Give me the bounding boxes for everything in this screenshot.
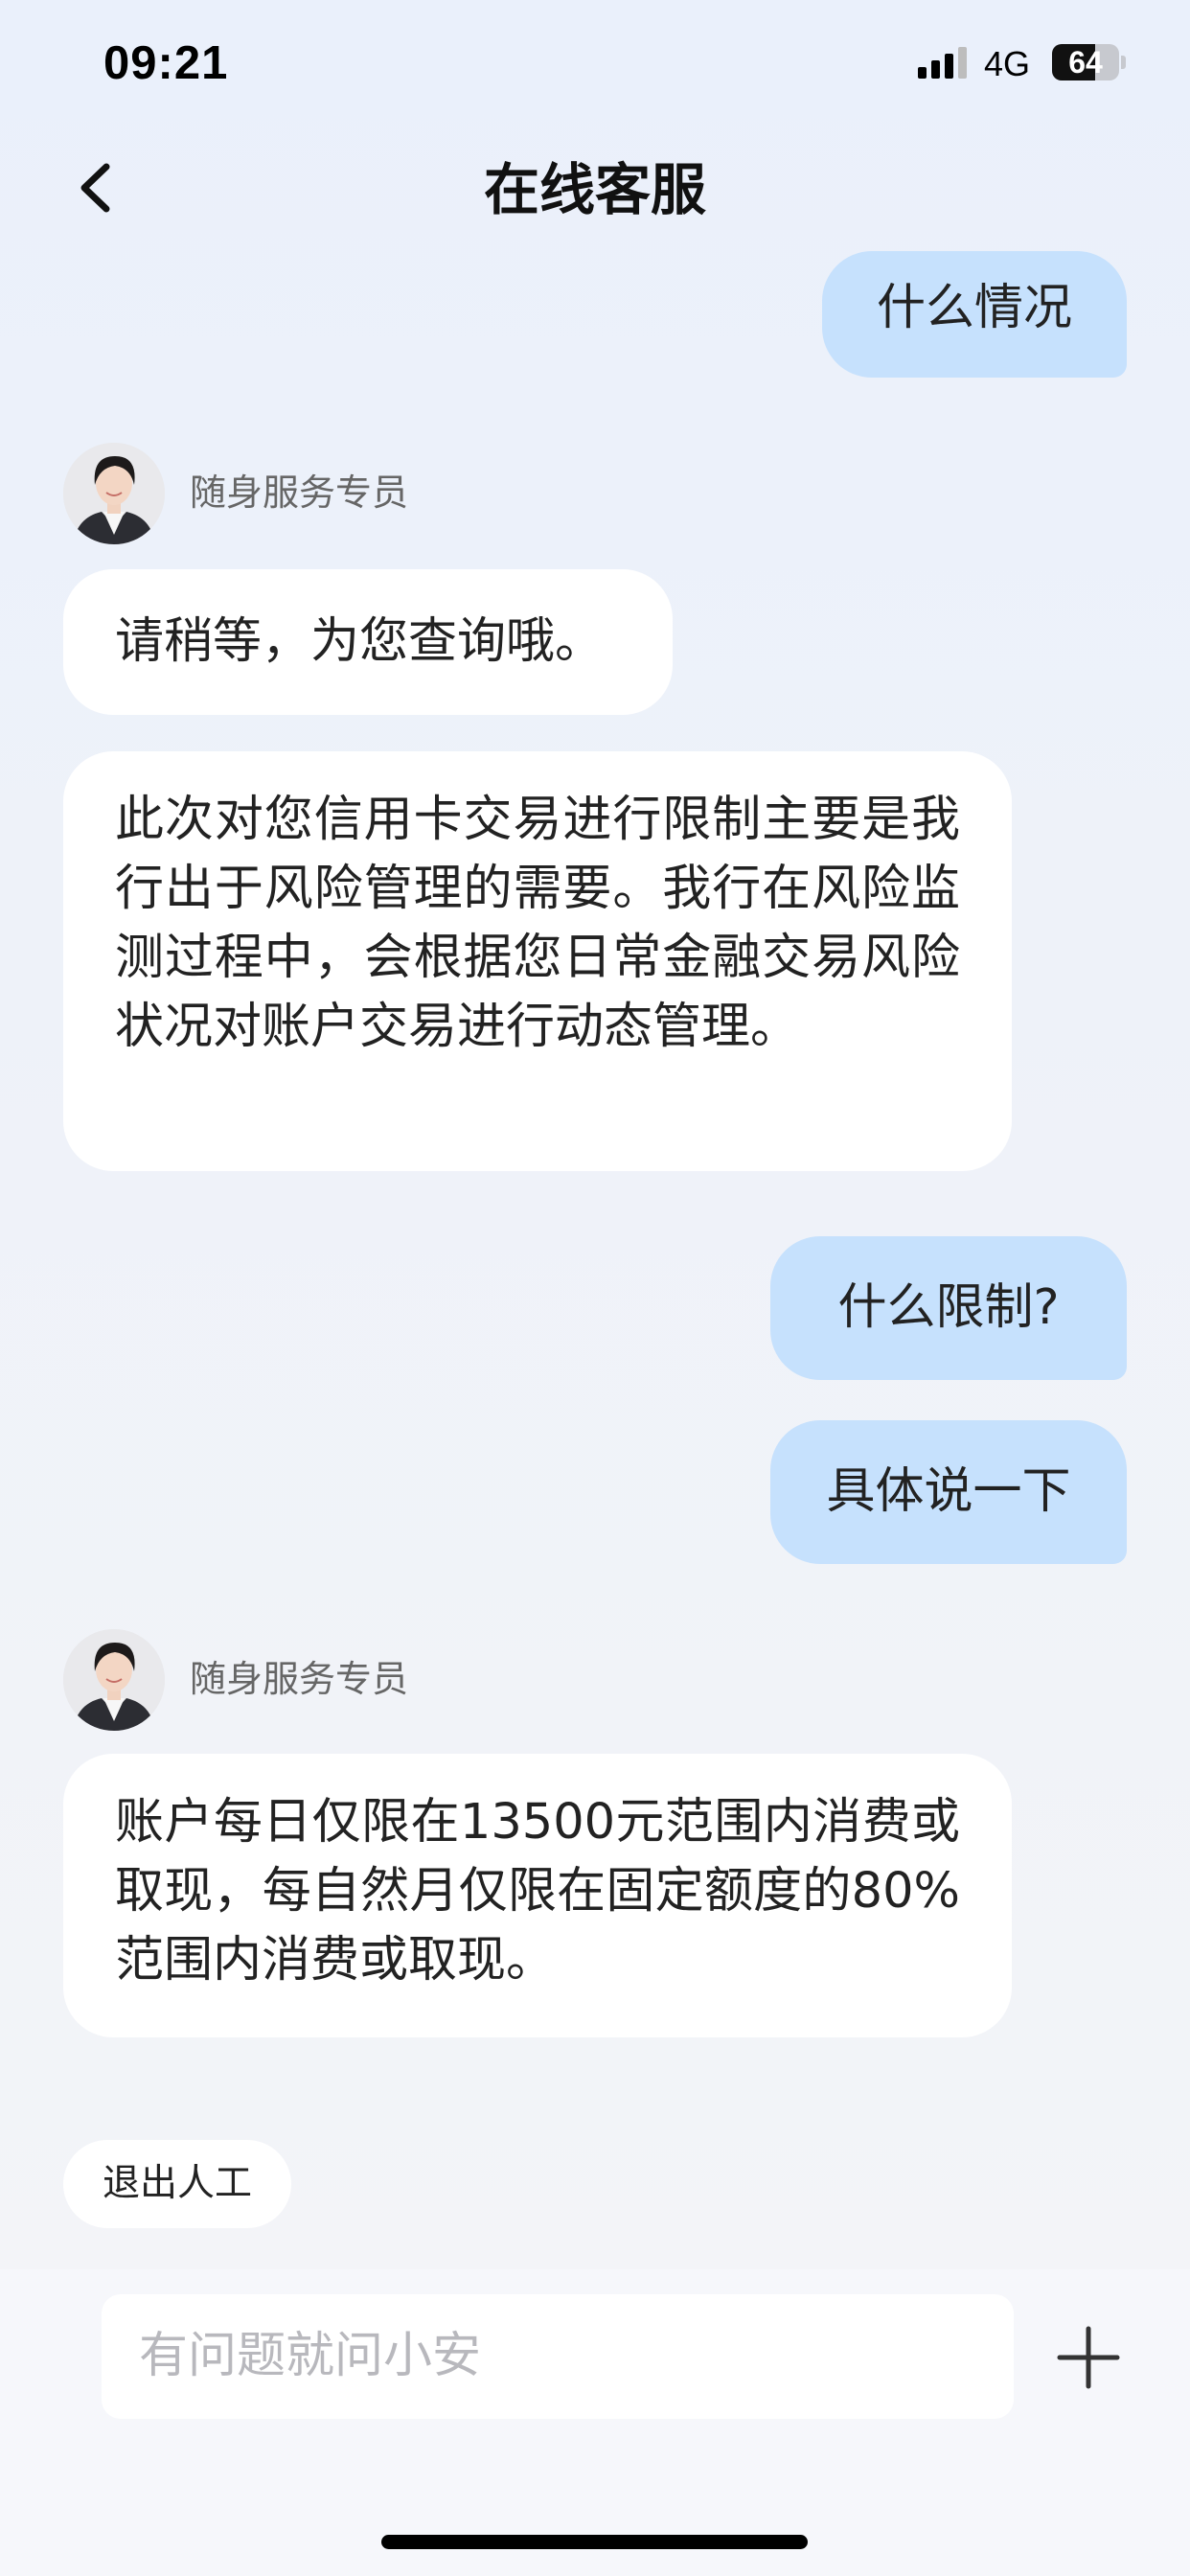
input-placeholder: 有问题就问小安	[139, 2328, 482, 2384]
message-agent: 账户每日仅限在13500元范围内消费或取现，每自然月仅限在固定额度的80%范围内…	[63, 1754, 1012, 2037]
exit-human-service-button[interactable]: 退出人工	[63, 2140, 291, 2228]
agent-name: 随身服务专员	[190, 472, 409, 514]
agent-avatar	[63, 443, 165, 544]
plus-icon[interactable]	[1054, 2323, 1123, 2392]
status-time: 09:21	[103, 37, 229, 89]
message-user: 具体说一下	[770, 1420, 1127, 1564]
network-type: 4G	[984, 44, 1031, 83]
battery-icon: 64	[1052, 44, 1127, 80]
home-indicator	[381, 2535, 808, 2549]
message-agent: 请稍等，为您查询哦。	[63, 569, 673, 715]
signal-icon	[918, 47, 967, 79]
page-title: 在线客服	[483, 157, 706, 222]
agent-avatar	[63, 1629, 165, 1731]
message-user: 什么情况	[822, 251, 1127, 378]
agent-name: 随身服务专员	[190, 1658, 409, 1700]
battery-level: 64	[1068, 45, 1103, 80]
message-user: 什么限制?	[770, 1236, 1127, 1380]
message-agent: 此次对您信用卡交易进行限制主要是我行出于风险管理的需要。我行在风险监测过程中，会…	[63, 751, 1012, 1171]
